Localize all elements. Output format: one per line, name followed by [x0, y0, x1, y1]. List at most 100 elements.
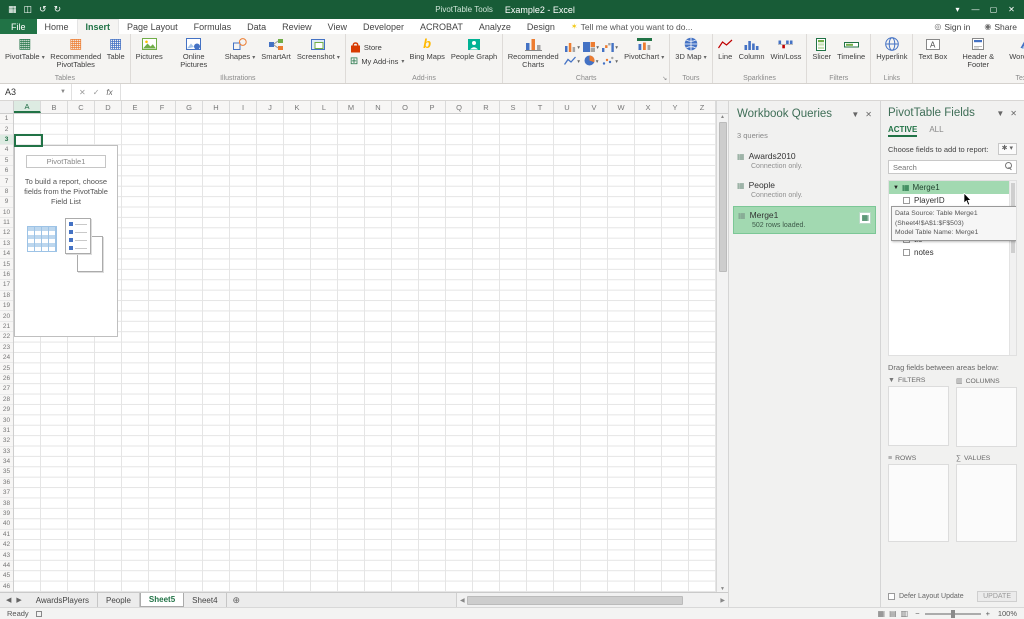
- ribbon-button-3d-map[interactable]: 3D Map ▾: [672, 35, 709, 74]
- zoom-in-icon[interactable]: +: [986, 609, 990, 618]
- tab-home[interactable]: Home: [37, 19, 77, 34]
- ribbon-button-smartart[interactable]: SmartArt: [258, 35, 294, 74]
- row-header-30[interactable]: 30: [0, 415, 13, 425]
- row-header-46[interactable]: 46: [0, 582, 13, 592]
- sheet-tab-sheet4[interactable]: Sheet4: [184, 593, 226, 607]
- queries-pane-menu-icon[interactable]: ▼: [851, 110, 859, 119]
- macro-record-icon[interactable]: [36, 611, 42, 617]
- maximize-icon[interactable]: ▢: [985, 1, 1002, 18]
- row-header-4[interactable]: 4: [0, 145, 13, 155]
- row-header-20[interactable]: 20: [0, 311, 13, 321]
- confirm-entry-icon[interactable]: ✓: [93, 88, 100, 97]
- close-icon[interactable]: ✕: [1003, 1, 1020, 18]
- row-header-24[interactable]: 24: [0, 353, 13, 363]
- row-header-17[interactable]: 17: [0, 280, 13, 290]
- ribbon-options-icon[interactable]: ▾: [949, 1, 966, 18]
- tab-design[interactable]: Design: [519, 19, 563, 34]
- row-header-26[interactable]: 26: [0, 374, 13, 384]
- row-header-25[interactable]: 25: [0, 363, 13, 373]
- sheet-tab-sheet5[interactable]: Sheet5: [140, 593, 184, 607]
- row-header-44[interactable]: 44: [0, 561, 13, 571]
- vertical-scroll-thumb[interactable]: [719, 122, 727, 272]
- ribbon-button-text-box[interactable]: AText Box: [915, 35, 950, 74]
- column-header-t[interactable]: T: [527, 101, 554, 113]
- row-header-37[interactable]: 37: [0, 488, 13, 498]
- row-header-43[interactable]: 43: [0, 550, 13, 560]
- collapse-triangle-icon[interactable]: ▼: [893, 185, 899, 191]
- tell-me-box[interactable]: ✶ Tell me what you want to do...: [563, 19, 701, 34]
- hscroll-left-icon[interactable]: ◀: [460, 597, 465, 604]
- update-button[interactable]: UPDATE: [977, 591, 1017, 602]
- grid-cells[interactable]: PivotTable1 To build a report, choose fi…: [14, 114, 716, 592]
- column-header-s[interactable]: S: [500, 101, 527, 113]
- select-all-corner[interactable]: [0, 101, 14, 113]
- row-header-40[interactable]: 40: [0, 519, 13, 529]
- ribbon-button-table[interactable]: ▦Table: [104, 35, 128, 74]
- column-header-u[interactable]: U: [554, 101, 581, 113]
- excel-app-icon[interactable]: ▦: [8, 5, 17, 14]
- column-header-d[interactable]: D: [95, 101, 122, 113]
- tab-developer[interactable]: Developer: [355, 19, 412, 34]
- row-header-34[interactable]: 34: [0, 457, 13, 467]
- ribbon-button-line-chart-icon[interactable]: ▾: [563, 55, 581, 68]
- ribbon-button-timeline[interactable]: Timeline: [834, 35, 868, 74]
- row-header-33[interactable]: 33: [0, 447, 13, 457]
- horizontal-scroll-thumb[interactable]: [467, 596, 684, 605]
- column-header-c[interactable]: C: [68, 101, 95, 113]
- ribbon-button-win-loss[interactable]: Win/Loss: [768, 35, 805, 74]
- values-drop-zone[interactable]: [956, 464, 1017, 542]
- tab-formulas[interactable]: Formulas: [186, 19, 240, 34]
- normal-view-icon[interactable]: ▦: [878, 609, 886, 618]
- rows-drop-zone[interactable]: [888, 464, 949, 542]
- ribbon-button-recommended-charts[interactable]: Recommended Charts: [505, 35, 561, 74]
- ribbon-button-line[interactable]: Line: [715, 35, 736, 74]
- column-header-j[interactable]: J: [257, 101, 284, 113]
- sheet-nav-left-icon[interactable]: ◀: [6, 596, 11, 604]
- column-header-y[interactable]: Y: [662, 101, 689, 113]
- column-header-k[interactable]: K: [284, 101, 311, 113]
- column-header-w[interactable]: W: [608, 101, 635, 113]
- ribbon-button-recommended-pivottables[interactable]: ▦Recommended PivotTables: [48, 35, 104, 74]
- row-header-13[interactable]: 13: [0, 239, 13, 249]
- save-icon[interactable]: ◫: [24, 5, 33, 14]
- row-header-11[interactable]: 11: [0, 218, 13, 228]
- row-header-12[interactable]: 12: [0, 228, 13, 238]
- name-box-dropdown-icon[interactable]: ▼: [60, 89, 66, 95]
- ribbon-button-column[interactable]: Column: [736, 35, 768, 74]
- sheet-tab-people[interactable]: People: [98, 593, 140, 607]
- ribbon-button-pie-chart-icon[interactable]: ▾: [582, 55, 600, 68]
- column-header-x[interactable]: X: [635, 101, 662, 113]
- sheet-tab-awardsplayers[interactable]: AwardsPlayers: [28, 593, 98, 607]
- tab-view[interactable]: View: [320, 19, 355, 34]
- row-header-29[interactable]: 29: [0, 405, 13, 415]
- column-header-n[interactable]: N: [365, 101, 392, 113]
- column-header-a[interactable]: A: [14, 101, 41, 113]
- column-header-o[interactable]: O: [392, 101, 419, 113]
- ribbon-button-wordart[interactable]: AWordArt ▾: [1006, 35, 1024, 74]
- insert-function-icon[interactable]: fx: [106, 88, 112, 97]
- ribbon-button-hyperlink[interactable]: Hyperlink: [873, 35, 910, 74]
- row-header-10[interactable]: 10: [0, 208, 13, 218]
- horizontal-scrollbar[interactable]: ◀ ▶: [456, 593, 728, 607]
- row-header-15[interactable]: 15: [0, 259, 13, 269]
- ribbon-button-shapes[interactable]: Shapes ▾: [222, 35, 259, 74]
- cancel-entry-icon[interactable]: ✕: [79, 88, 86, 97]
- redo-icon[interactable]: ↻: [54, 5, 62, 14]
- column-header-g[interactable]: G: [176, 101, 203, 113]
- search-input[interactable]: [893, 163, 1005, 172]
- row-header-42[interactable]: 42: [0, 540, 13, 550]
- query-item-awards2010[interactable]: ▦ Awards2010 Connection only.: [733, 148, 876, 174]
- query-item-people[interactable]: ▦ People Connection only.: [733, 177, 876, 203]
- ribbon-button-scatter-chart-icon[interactable]: ▾: [601, 55, 619, 68]
- vertical-scrollbar[interactable]: ▲ ▼: [716, 114, 728, 592]
- field-table-merge1[interactable]: ▼ ▦ Merge1: [889, 181, 1016, 194]
- page-layout-view-icon[interactable]: ▤: [889, 609, 897, 618]
- tab-acrobat[interactable]: ACROBAT: [412, 19, 471, 34]
- ribbon-button-screenshot[interactable]: Screenshot ▾: [294, 35, 343, 74]
- query-item-merge1[interactable]: ▦ Merge1 502 rows loaded. ▦: [733, 206, 876, 234]
- row-header-3[interactable]: 3: [0, 135, 13, 145]
- row-header-41[interactable]: 41: [0, 530, 13, 540]
- column-header-h[interactable]: H: [203, 101, 230, 113]
- queries-pane-close-icon[interactable]: ✕: [865, 110, 872, 119]
- field-checkbox[interactable]: [903, 197, 910, 204]
